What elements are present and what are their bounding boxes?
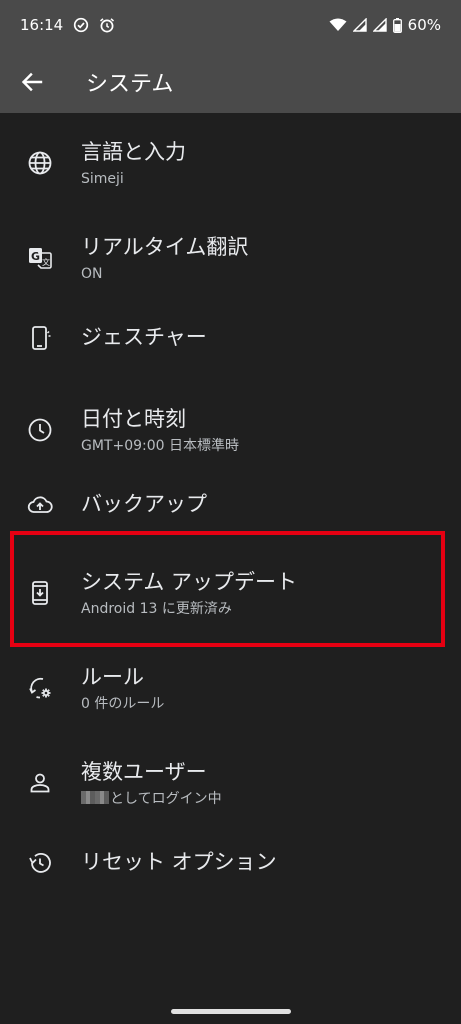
status-right: 60% [329, 16, 441, 34]
translate-icon: G文 [27, 245, 53, 271]
item-title: 言語と入力 [81, 139, 186, 164]
item-title: リセット オプション [81, 850, 277, 874]
signal-icon [352, 18, 367, 32]
status-bar: 16:14 60% [0, 0, 461, 50]
redacted-username [81, 790, 109, 804]
check-circle-icon [73, 17, 89, 33]
gesture-phone-icon [27, 325, 53, 351]
list-item-date-time[interactable]: 日付と時刻 GMT+09:00 日本標準時 [0, 390, 461, 470]
navigation-handle[interactable] [171, 1009, 291, 1014]
wifi-icon [329, 18, 347, 32]
item-title: 日付と時刻 [81, 406, 186, 431]
signal-icon-2 [372, 18, 387, 32]
item-text: リアルタイム翻訳 ON [81, 233, 441, 284]
item-subtitle: としてログイン中 [81, 789, 441, 809]
item-text: ジェスチャー [81, 323, 441, 351]
list-item-rules[interactable]: ルール 0 件のルール [0, 648, 461, 728]
globe-icon [27, 150, 53, 176]
page-title: システム [86, 71, 174, 97]
list-item-reset-options[interactable]: リセット オプション [0, 838, 461, 888]
app-bar: システム [0, 50, 461, 113]
list-item-system-update[interactable]: システム アップデート Android 13 に更新済み [0, 553, 461, 633]
rules-icon [27, 675, 53, 701]
list-item-language[interactable]: 言語と入力 Simeji [0, 123, 461, 203]
item-subtitle: Simeji [81, 170, 124, 187]
item-text: 日付と時刻 GMT+09:00 日本標準時 [81, 405, 441, 456]
status-left: 16:14 [20, 16, 115, 34]
item-title: ルール [81, 664, 144, 689]
item-subtitle: ON [81, 265, 103, 282]
item-text: リセット オプション [81, 848, 441, 876]
battery-icon [392, 17, 402, 33]
svg-text:G: G [31, 250, 40, 263]
item-text: バックアップ [81, 490, 441, 518]
item-text: ルール 0 件のルール [81, 663, 441, 714]
item-title: ジェスチャー [81, 325, 207, 349]
battery-percent: 60% [407, 16, 441, 34]
cloud-upload-icon [27, 492, 53, 518]
list-item-multiple-users[interactable]: 複数ユーザー としてログイン中 [0, 743, 461, 823]
person-icon [27, 770, 53, 796]
login-status: としてログイン中 [110, 790, 222, 807]
item-title: リアルタイム翻訳 [81, 234, 249, 259]
item-title: システム アップデート [81, 569, 298, 594]
status-time: 16:14 [20, 16, 64, 34]
alarm-icon [99, 17, 115, 33]
list-item-live-translate[interactable]: G文 リアルタイム翻訳 ON [0, 218, 461, 298]
back-button[interactable] [0, 50, 64, 113]
item-subtitle: Android 13 に更新済み [81, 600, 232, 617]
list-item-gestures[interactable]: ジェスチャー [0, 313, 461, 363]
item-text: 言語と入力 Simeji [81, 138, 441, 189]
item-text: 複数ユーザー としてログイン中 [81, 758, 441, 809]
item-text: システム アップデート Android 13 に更新済み [81, 568, 441, 619]
clock-icon [27, 417, 53, 443]
item-title: 複数ユーザー [81, 759, 207, 784]
system-update-icon [27, 580, 53, 606]
list-item-backup[interactable]: バックアップ [0, 480, 461, 530]
history-icon [27, 850, 53, 876]
item-title: バックアップ [81, 492, 207, 516]
item-subtitle: 0 件のルール [81, 695, 165, 712]
svg-text:文: 文 [42, 257, 50, 267]
item-subtitle: GMT+09:00 日本標準時 [81, 437, 240, 454]
arrow-back-icon [21, 72, 43, 91]
